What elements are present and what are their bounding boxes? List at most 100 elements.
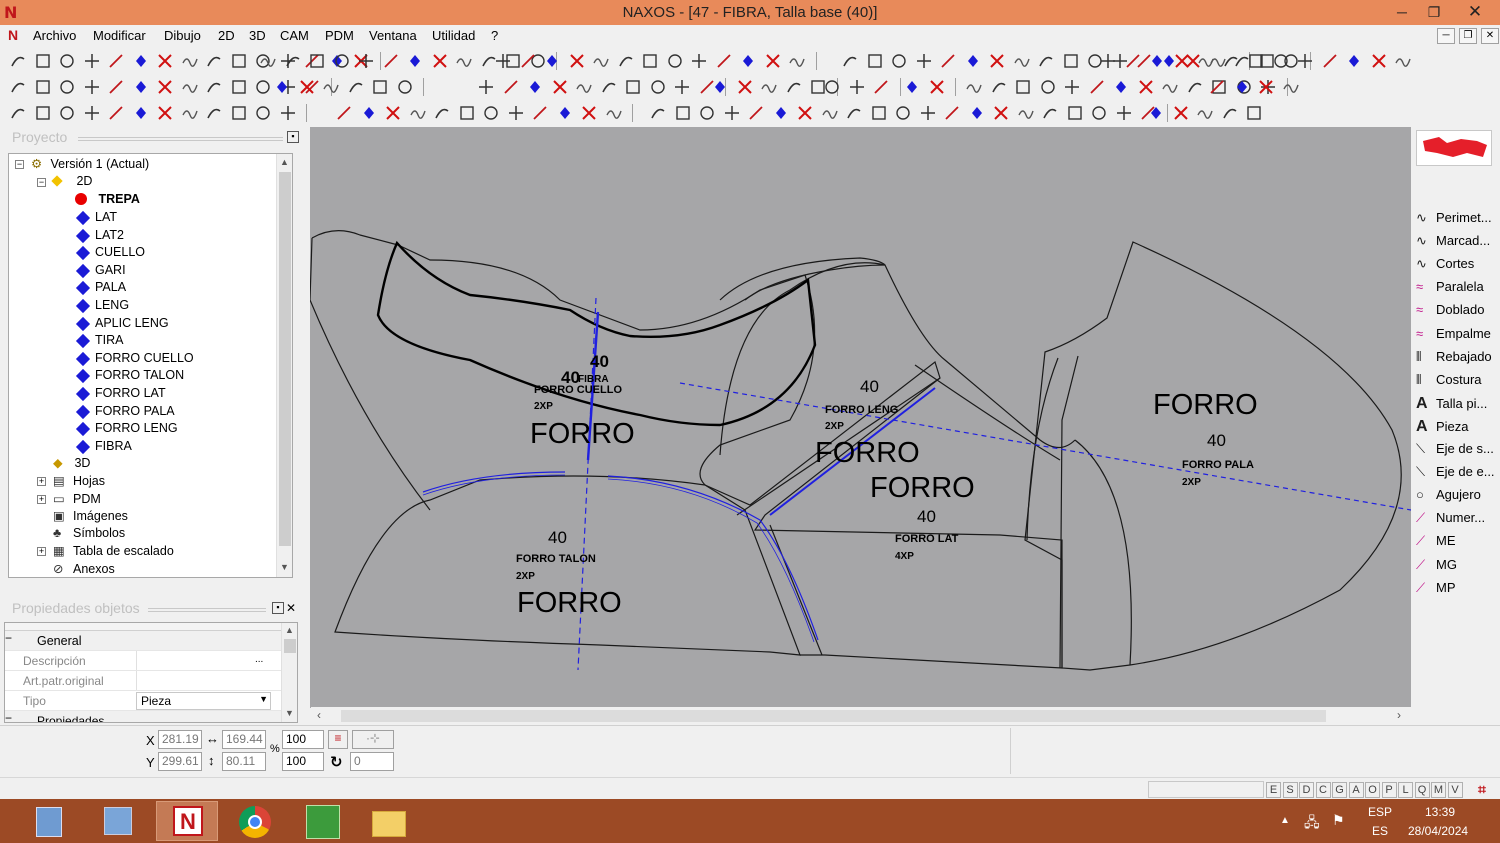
toolbar-button-icon[interactable] [927, 77, 947, 97]
snap-letter-p[interactable]: P [1381, 782, 1397, 798]
menu-pdm[interactable]: PDM [325, 28, 354, 43]
snap-letter-c[interactable]: C [1315, 782, 1331, 798]
toolbar-button-icon[interactable] [131, 77, 151, 97]
toolbar-button-icon[interactable] [332, 51, 352, 71]
taskbar-file-explorer[interactable] [358, 801, 420, 841]
toolbar-button-icon[interactable] [33, 77, 53, 97]
toolbar-button-icon[interactable] [1087, 77, 1107, 97]
toolbar-button-icon[interactable] [454, 51, 474, 71]
panel-pin-button[interactable]: ▪ [287, 131, 299, 143]
y-field[interactable]: 299.61 [158, 752, 202, 771]
toolbar-button-icon[interactable] [253, 103, 273, 123]
toolbar-button-icon[interactable] [1038, 77, 1058, 97]
toolbar-button-icon[interactable] [1246, 51, 1266, 71]
menu-ventana[interactable]: Ventana [369, 28, 417, 43]
toolbar-button-icon[interactable] [914, 51, 934, 71]
collapse-toggle[interactable]: − [15, 160, 24, 169]
toolbar-button-icon[interactable] [771, 103, 791, 123]
palette-item[interactable]: ∿ Marcad... [1416, 233, 1500, 253]
tray-expand-icon[interactable]: ▲ [1280, 815, 1290, 826]
mdi-restore-button[interactable]: ❐ [1459, 28, 1477, 44]
toolbar-button-icon[interactable] [457, 103, 477, 123]
toolbar-button-icon[interactable] [967, 103, 987, 123]
taskbar-explorer-app[interactable] [88, 801, 150, 841]
expand-toggle[interactable]: + [37, 547, 46, 557]
toolbar-button-icon[interactable] [82, 103, 102, 123]
scale-x-field[interactable]: 100 [282, 730, 324, 749]
toolbar-button-icon[interactable] [964, 77, 984, 97]
toolbar-button-icon[interactable] [1062, 77, 1082, 97]
group-general[interactable]: − General [5, 631, 281, 651]
toolbar-button-icon[interactable] [1271, 51, 1291, 71]
center-button[interactable]: ·⊹ [352, 730, 394, 749]
canvas-hscrollbar[interactable]: ‹ › [311, 707, 1411, 725]
toolbar-button-icon[interactable] [278, 103, 298, 123]
x-field[interactable]: 281.19 [158, 730, 202, 749]
palette-item[interactable]: ≈ Empalme [1416, 326, 1500, 346]
snap-letter-v[interactable]: V [1447, 782, 1463, 798]
toolbar-button-icon[interactable] [599, 77, 619, 97]
mdi-close-button[interactable]: ✕ [1481, 28, 1499, 44]
rotation-field[interactable]: 0 [350, 752, 394, 771]
prop-value-descripcion[interactable] [136, 651, 271, 670]
tree-item-version[interactable]: ⚙ Versión 1 (Actual) [31, 156, 149, 173]
toolbar-button-icon[interactable] [481, 103, 501, 123]
expand-toggle[interactable]: + [37, 477, 46, 486]
scale-y-field[interactable]: 100 [282, 752, 324, 771]
toolbar-button-icon[interactable] [1221, 51, 1241, 71]
tree-scrollbar[interactable]: ▲ ▼ [276, 154, 292, 577]
toolbar-button-icon[interactable] [57, 77, 77, 97]
menu-dibujo[interactable]: Dibujo [164, 28, 201, 43]
toolbar-button-icon[interactable] [334, 103, 354, 123]
toolbar-button-icon[interactable] [106, 77, 126, 97]
toolbar-button-icon[interactable] [229, 51, 249, 71]
toolbar-button-icon[interactable] [902, 77, 922, 97]
toolbar-button-icon[interactable] [518, 51, 538, 71]
expand-toggle[interactable]: + [37, 494, 46, 504]
taskbar-naxos[interactable]: N [156, 801, 218, 841]
toolbar-button-icon[interactable] [408, 103, 428, 123]
taskbar-calculator[interactable] [18, 801, 80, 841]
prop-row-art-patr[interactable]: Art.patr.original [5, 671, 281, 691]
scroll-down-icon[interactable]: ▼ [280, 562, 289, 572]
network-icon[interactable]: 🖧 [1304, 812, 1320, 836]
prop-row-tipo[interactable]: Tipo Pieza ▼ [5, 691, 281, 711]
toolbar-button-icon[interactable] [673, 103, 693, 123]
toolbar-button-icon[interactable] [987, 51, 1007, 71]
toolbar-button-icon[interactable] [204, 77, 224, 97]
toolbar-button-icon[interactable] [1171, 103, 1191, 123]
toolbar-button-icon[interactable] [989, 77, 1009, 97]
toolbar-button-icon[interactable] [180, 103, 200, 123]
toolbar-button-icon[interactable] [1040, 103, 1060, 123]
toolbar-button-icon[interactable] [501, 77, 521, 97]
scroll-left-icon[interactable]: ‹ [317, 708, 321, 722]
panel-close-button[interactable]: ✕ [286, 601, 298, 615]
toolbar-button-icon[interactable] [57, 51, 77, 71]
language-line2[interactable]: ES [1372, 824, 1388, 838]
document-icon[interactable]: N [8, 27, 18, 43]
palette-item[interactable]: ∿ Perimet... [1416, 210, 1500, 230]
toolbar-button-icon[interactable] [82, 77, 102, 97]
toolbar-button-icon[interactable] [33, 103, 53, 123]
toolbar-button-icon[interactable] [1136, 77, 1156, 97]
toolbar-button-icon[interactable] [938, 51, 958, 71]
scroll-down-icon[interactable]: ▼ [285, 708, 294, 718]
toolbar-button-icon[interactable] [370, 77, 390, 97]
toolbar-button-icon[interactable] [1098, 51, 1118, 71]
snap-letter-a[interactable]: A [1348, 782, 1364, 798]
language-line1[interactable]: ESP [1368, 805, 1392, 819]
toolbar-button-icon[interactable] [180, 77, 200, 97]
toolbar-button-icon[interactable] [689, 51, 709, 71]
toolbar-button-icon[interactable] [871, 77, 891, 97]
toolbar-button-icon[interactable] [822, 77, 842, 97]
toolbar-button-icon[interactable] [820, 103, 840, 123]
palette-item[interactable]: ⟍ Eje de s... [1416, 441, 1500, 461]
taskbar-chrome[interactable] [224, 801, 286, 841]
toolbar-button-icon[interactable] [204, 103, 224, 123]
palette-item[interactable]: ⫴ Costura [1416, 372, 1500, 392]
scroll-up-icon[interactable]: ▲ [285, 625, 294, 635]
toolbar-button-icon[interactable] [131, 51, 151, 71]
toolbar-button-icon[interactable] [1172, 51, 1192, 71]
toolbar-button-icon[interactable] [1147, 51, 1167, 71]
toolbar-button-icon[interactable] [735, 77, 755, 97]
